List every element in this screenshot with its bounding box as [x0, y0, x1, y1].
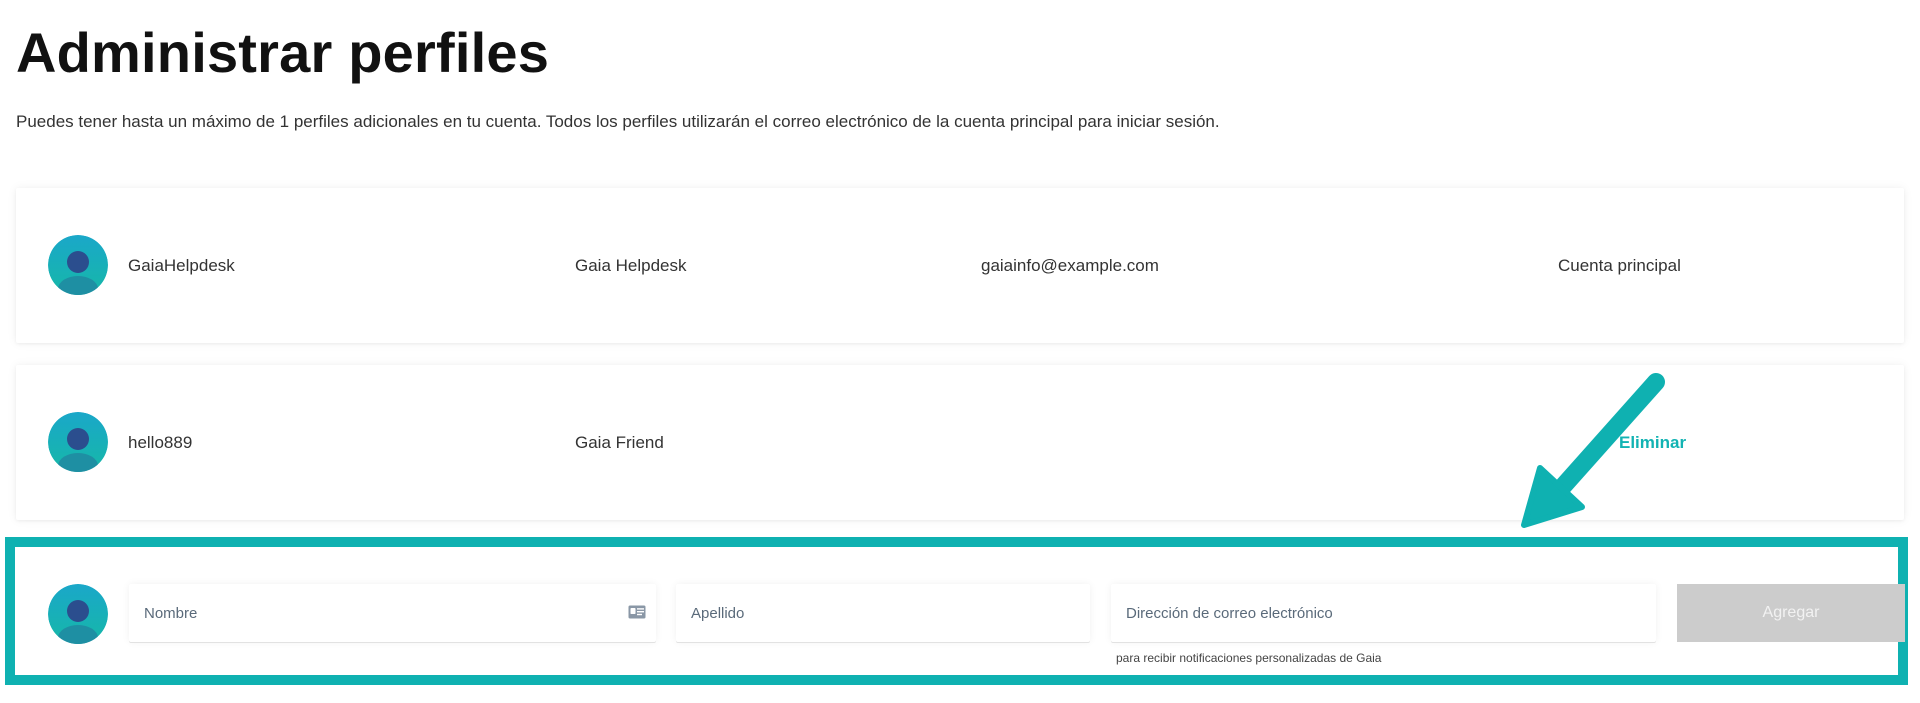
avatar — [48, 584, 108, 644]
last-name-field — [676, 584, 1090, 642]
last-name-input[interactable] — [676, 584, 1090, 642]
add-profile-button[interactable]: Agregar — [1677, 584, 1905, 642]
email-input[interactable] — [1111, 584, 1656, 642]
user-avatar-icon — [48, 584, 108, 644]
add-profile-form: para recibir notificaciones personalizad… — [0, 0, 1920, 703]
manage-profiles-page: Administrar perfiles Puedes tener hasta … — [0, 0, 1920, 703]
first-name-input[interactable] — [129, 584, 656, 642]
first-name-field — [129, 584, 656, 642]
email-field — [1111, 584, 1656, 642]
email-hint: para recibir notificaciones personalizad… — [1116, 651, 1382, 665]
contact-card-icon[interactable] — [628, 604, 646, 620]
